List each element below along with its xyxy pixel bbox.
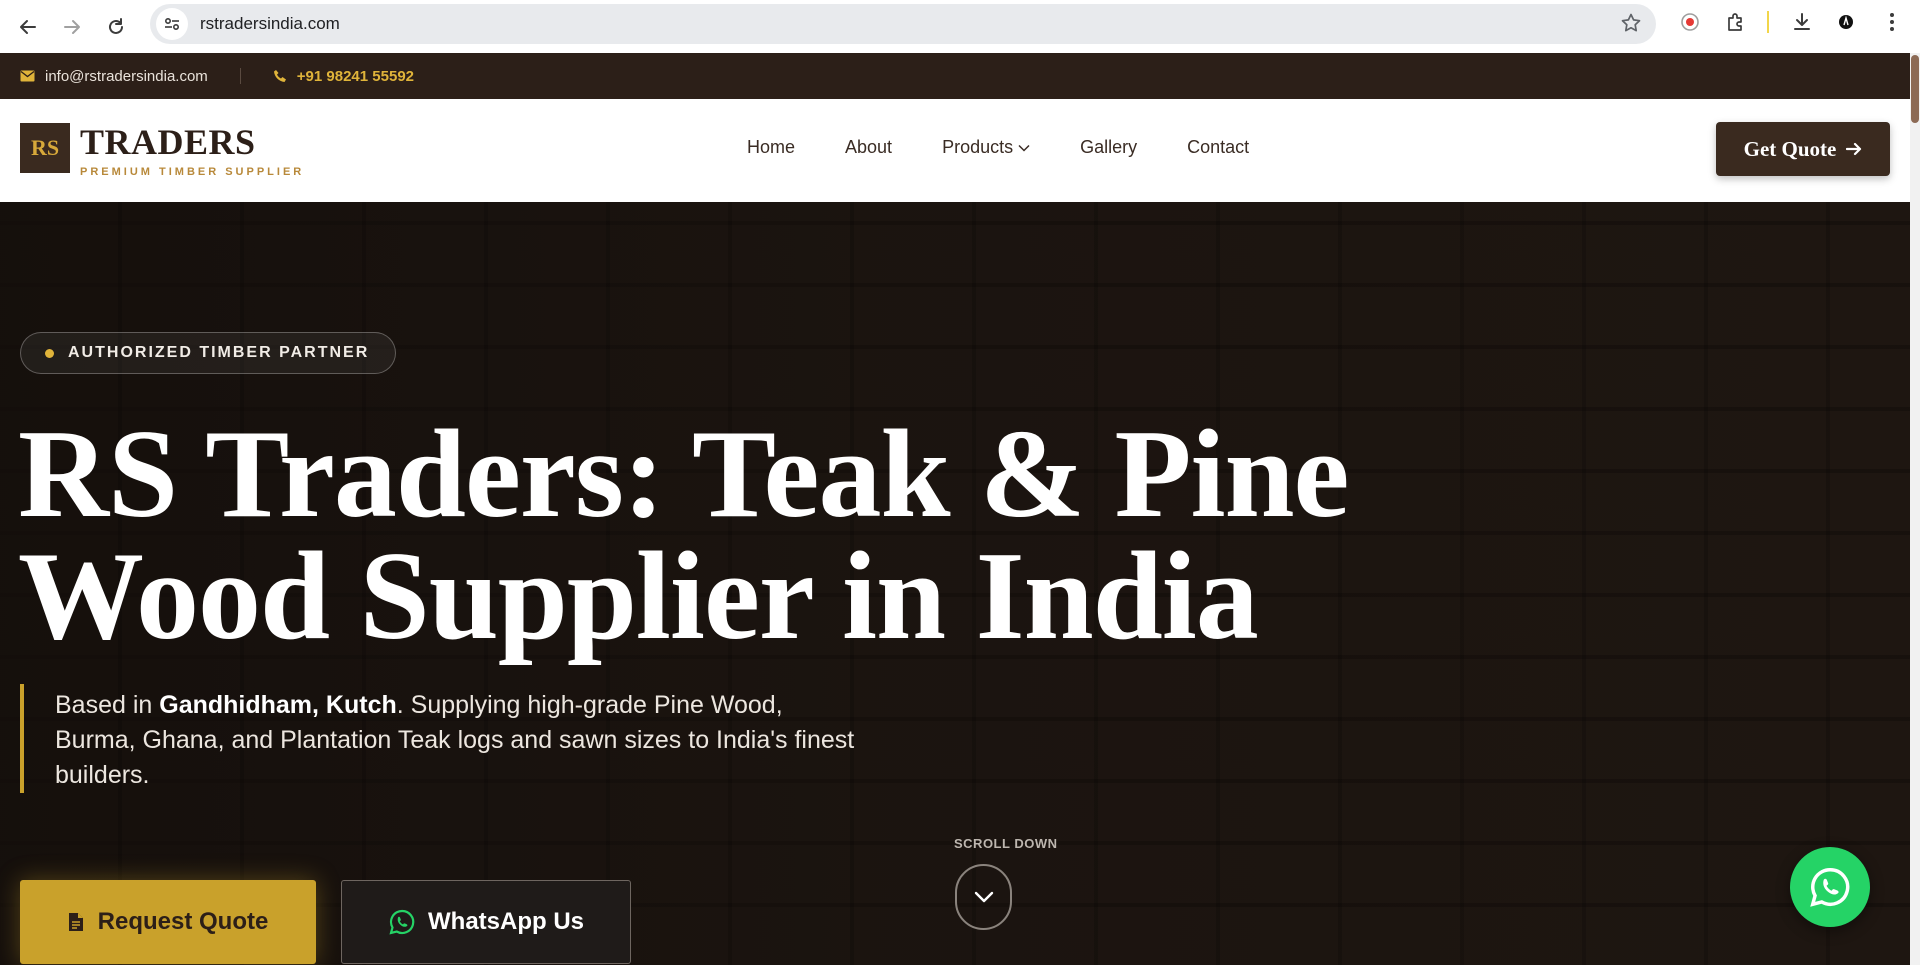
hero-section: AUTHORIZED TIMBER PARTNER RS Traders: Te… bbox=[0, 202, 1910, 965]
whatsapp-icon bbox=[388, 908, 416, 936]
hero-headline: RS Traders: Teak & Pine Wood Supplier in… bbox=[18, 405, 1518, 666]
site-info-button[interactable] bbox=[156, 8, 188, 40]
logo-tagline: PREMIUM TIMBER SUPPLIER bbox=[80, 166, 305, 178]
reload-button[interactable] bbox=[94, 5, 138, 49]
document-icon bbox=[68, 912, 84, 932]
whatsapp-button[interactable]: WhatsApp Us bbox=[341, 880, 631, 964]
site-settings-icon bbox=[164, 17, 180, 31]
envelope-icon bbox=[20, 70, 35, 82]
back-button[interactable] bbox=[6, 5, 50, 49]
phone-text[interactable]: +91 98241 55592 bbox=[297, 68, 414, 85]
extensions-puzzle-icon[interactable] bbox=[1722, 8, 1750, 36]
arrow-right-icon bbox=[1846, 142, 1862, 156]
badge-dot bbox=[45, 348, 54, 358]
headline-line-1: RS Traders: Teak & Pine bbox=[18, 405, 1349, 544]
request-quote-label: Request Quote bbox=[97, 908, 269, 935]
back-arrow-icon bbox=[20, 19, 36, 34]
scrollbar-thumb[interactable] bbox=[1911, 55, 1919, 123]
partner-badge: AUTHORIZED TIMBER PARTNER bbox=[20, 332, 397, 374]
nav-products-label: Products bbox=[942, 137, 1014, 157]
headline-line-2: Wood Supplier in India bbox=[18, 527, 1259, 666]
description-prefix: Based in bbox=[55, 691, 160, 719]
contact-bar: info@rstradersindia.com +91 98241 55592 bbox=[0, 53, 1910, 99]
page-scrollbar[interactable] bbox=[1910, 53, 1920, 965]
get-quote-label: Get Quote bbox=[1743, 136, 1837, 161]
email-link[interactable]: info@rstradersindia.com bbox=[20, 68, 208, 85]
address-bar[interactable]: rstradersindia.com bbox=[150, 4, 1656, 44]
download-icon[interactable] bbox=[1788, 8, 1816, 36]
kebab-menu-icon[interactable] bbox=[1878, 8, 1906, 36]
profile-avatar-icon[interactable] bbox=[1832, 8, 1860, 36]
site-header: RS TRADERS PREMIUM TIMBER SUPPLIER Home … bbox=[0, 99, 1910, 202]
nav-gallery[interactable]: Gallery bbox=[1080, 137, 1137, 158]
forward-button[interactable] bbox=[50, 5, 94, 49]
logo-mark[interactable]: RS bbox=[20, 123, 70, 173]
bookmark-star-icon[interactable] bbox=[1620, 12, 1642, 39]
whatsapp-icon bbox=[1810, 867, 1850, 907]
request-quote-button[interactable]: Request Quote bbox=[20, 880, 316, 964]
nav-products[interactable]: Products bbox=[942, 137, 1030, 158]
get-quote-button[interactable]: Get Quote bbox=[1716, 122, 1890, 176]
nav-home[interactable]: Home bbox=[747, 137, 795, 158]
forward-arrow-icon bbox=[64, 19, 80, 34]
phone-icon bbox=[273, 69, 287, 83]
logo-name[interactable]: TRADERS bbox=[80, 121, 256, 163]
hero-description: Based in Gandhidham, Kutch. Supplying hi… bbox=[20, 684, 870, 793]
browser-toolbar: rstradersindia.com bbox=[0, 0, 1920, 53]
badge-text: AUTHORIZED TIMBER PARTNER bbox=[68, 344, 370, 361]
whatsapp-label: WhatsApp Us bbox=[428, 908, 584, 935]
chevron-down-icon bbox=[974, 891, 993, 903]
email-text[interactable]: info@rstradersindia.com bbox=[45, 68, 208, 85]
whatsapp-float-button[interactable] bbox=[1790, 847, 1870, 927]
record-extension-icon[interactable] bbox=[1676, 8, 1704, 36]
topbar-divider bbox=[239, 68, 241, 84]
description-location: Gandhidham, Kutch bbox=[159, 691, 397, 719]
phone-link[interactable]: +91 98241 55592 bbox=[273, 68, 414, 85]
toolbar-divider bbox=[1767, 11, 1769, 33]
nav-contact[interactable]: Contact bbox=[1187, 137, 1249, 158]
url-text[interactable]: rstradersindia.com bbox=[200, 14, 340, 34]
scroll-down-label: SCROLL DOWN bbox=[954, 836, 1058, 851]
nav-about[interactable]: About bbox=[845, 137, 892, 158]
scroll-down-button[interactable] bbox=[955, 864, 1012, 930]
reload-icon bbox=[109, 17, 123, 34]
main-nav: Home About Products Gallery Contact bbox=[747, 137, 1249, 158]
chevron-down-icon bbox=[1018, 144, 1030, 152]
